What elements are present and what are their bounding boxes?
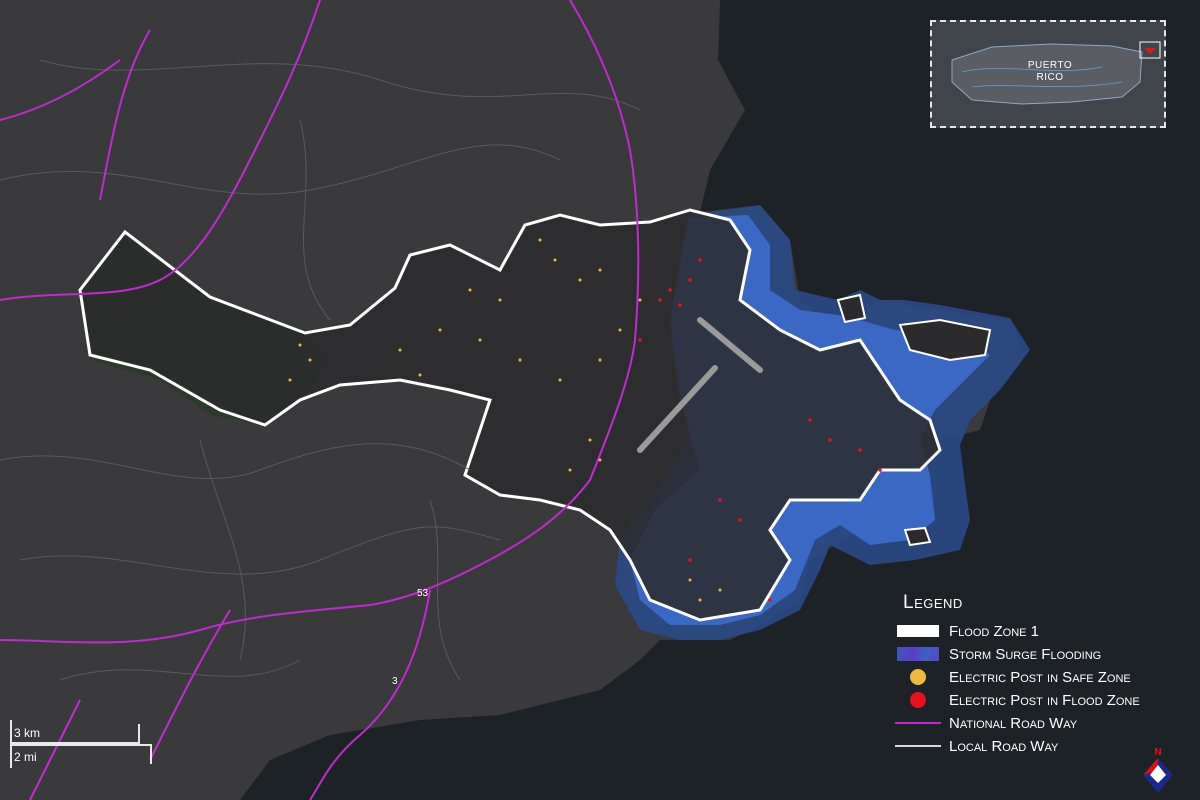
legend-label: Electric Post in Flood Zone <box>949 692 1140 709</box>
legend-label: Electric Post in Safe Zone <box>949 669 1131 686</box>
route-label-53: 53 <box>417 588 429 599</box>
island-south <box>903 526 932 547</box>
map-view[interactable]: PUERTO RICO 53 3 Legend Flood Zone 1 Sto… <box>0 0 1200 800</box>
national-road-line-icon <box>895 722 941 724</box>
scale-km-label: 3 km <box>14 726 41 740</box>
scale-tick <box>138 724 140 744</box>
scale-mi-label: 2 mi <box>14 750 37 764</box>
flood-zone-swatch <box>897 625 939 637</box>
legend-item-national-road: National Road Way <box>893 712 1193 735</box>
north-label: N <box>1154 747 1161 758</box>
legend-label: National Road Way <box>949 715 1078 732</box>
scale-tick <box>150 744 152 764</box>
safe-post-dot-icon <box>910 669 926 685</box>
legend-title: Legend <box>903 592 963 613</box>
locator-inset: PUERTO RICO <box>930 20 1166 128</box>
legend-label: Storm Surge Flooding <box>949 646 1102 663</box>
legend-item-flood-zone: Flood Zone 1 <box>893 620 1193 643</box>
legend-item-safe-post: Electric Post in Safe Zone <box>893 666 1193 689</box>
scale-mi-bar <box>10 744 152 746</box>
legend-item-flood-post: Electric Post in Flood Zone <box>893 689 1193 712</box>
map-legend: Legend Flood Zone 1 Storm Surge Flooding… <box>893 592 1193 758</box>
route-label-3: 3 <box>392 676 398 687</box>
compass-icon: N <box>1143 747 1173 793</box>
storm-surge-swatch <box>897 647 939 661</box>
flood-post-dot-icon <box>910 692 926 708</box>
local-road-line-icon <box>895 745 941 747</box>
legend-label: Flood Zone 1 <box>949 623 1040 640</box>
legend-item-storm-surge: Storm Surge Flooding <box>893 643 1193 666</box>
legend-label: Local Road Way <box>949 738 1059 755</box>
north-arrow: N <box>1133 745 1183 795</box>
inset-region-label: PUERTO RICO <box>1027 60 1073 83</box>
scale-bar: 3 km 2 mi <box>10 720 152 768</box>
